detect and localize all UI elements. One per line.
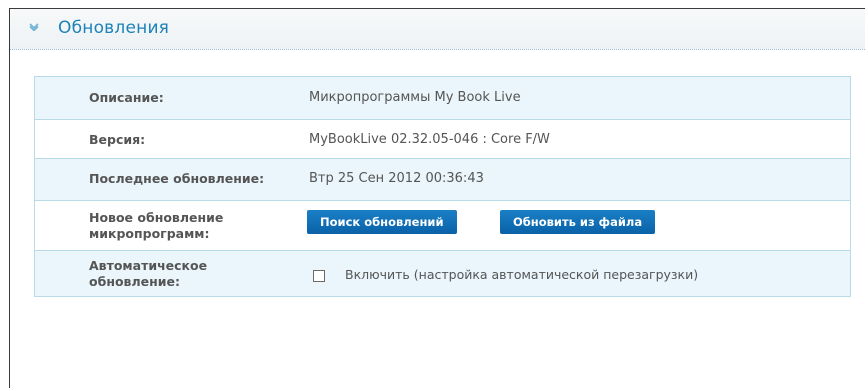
updates-window: Обновления Описание: Микропрограммы My B…: [9, 8, 865, 388]
description-row: Описание: Микропрограммы My Book Live: [35, 77, 850, 119]
check-updates-button[interactable]: Поиск обновлений: [307, 210, 457, 234]
auto-update-label-line2: обновление:: [89, 274, 180, 289]
new-update-label-line2: микропрограмм:: [89, 226, 210, 241]
new-update-row: Новое обновление микропрограмм: Поиск об…: [35, 200, 850, 251]
version-label: Версия:: [89, 132, 146, 147]
auto-update-checkbox[interactable]: [313, 270, 325, 282]
new-update-label: Новое обновление микропрограмм:: [89, 210, 223, 242]
auto-update-label-line1: Автоматическое: [89, 258, 208, 273]
update-from-file-button[interactable]: Обновить из файла: [500, 210, 656, 234]
version-value: MyBookLive 02.32.05-046 : Core F/W: [309, 132, 550, 147]
description-value: Микропрограммы My Book Live: [309, 90, 521, 105]
last-update-label: Последнее обновление:: [89, 171, 265, 186]
chevron-down-icon[interactable]: [27, 20, 41, 34]
new-update-label-line1: Новое обновление: [89, 210, 224, 225]
auto-update-row: Автоматическое обновление: Включить (нас…: [35, 251, 850, 296]
auto-update-label: Автоматическое обновление:: [89, 258, 207, 290]
section-header[interactable]: Обновления: [10, 9, 865, 50]
updates-panel: Описание: Микропрограммы My Book Live Ве…: [34, 76, 851, 297]
last-update-row: Последнее обновление: Втр 25 Сен 2012 00…: [35, 159, 850, 200]
last-update-value: Втр 25 Сен 2012 00:36:43: [309, 171, 484, 186]
auto-update-checkbox-label[interactable]: Включить (настройка автоматической перез…: [345, 267, 698, 282]
section-title: Обновления: [58, 18, 170, 38]
description-label: Описание:: [89, 90, 164, 105]
version-row: Версия: MyBookLive 02.32.05-046 : Core F…: [35, 119, 850, 159]
